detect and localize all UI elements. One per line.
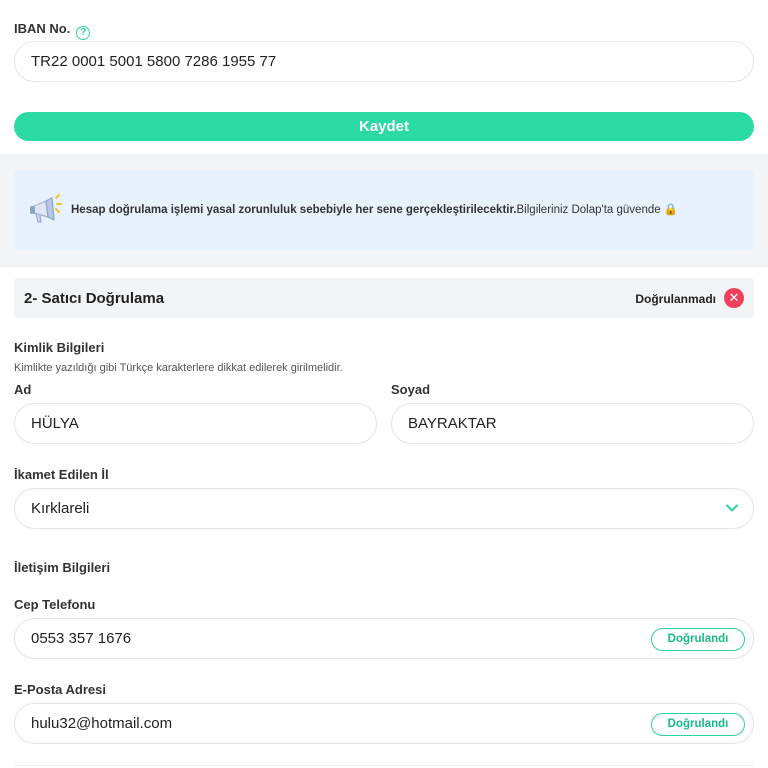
contact-title: İletişim Bilgileri	[14, 560, 111, 575]
phone-value: 0553 357 1676	[31, 630, 132, 647]
last-name-input[interactable]: BAYRAKTAR	[391, 403, 754, 444]
iban-value: TR22 0001 5001 5800 7286 1955 77	[31, 53, 277, 70]
info-banner-bold-text: Hesap doğrulama işlemi yasal zorunluluk …	[71, 204, 517, 216]
city-value: Kırklareli	[31, 500, 90, 517]
phone-input[interactable]: 0553 357 1676 Doğrulandı	[14, 618, 754, 659]
last-name-label: Soyad	[391, 382, 431, 397]
close-icon: ✕	[724, 288, 744, 308]
phone-verified-badge[interactable]: Doğrulandı	[651, 628, 745, 651]
status-badge: Doğrulanmadı	[635, 292, 716, 306]
section-title: 2- Satıcı Doğrulama	[24, 290, 165, 307]
megaphone-icon	[30, 194, 62, 223]
question-circle-icon[interactable]: ?	[76, 26, 91, 40]
chevron-down-icon	[726, 504, 738, 512]
save-button[interactable]: Kaydet	[14, 112, 754, 141]
identity-title: Kimlik Bilgileri	[14, 340, 105, 355]
iban-input[interactable]: TR22 0001 5001 5800 7286 1955 77	[14, 41, 754, 82]
email-label: E-Posta Adresi	[14, 682, 106, 697]
info-banner-regular-text: Bilgileriniz Dolap'ta güvende 🔒	[516, 204, 679, 216]
email-input[interactable]: hulu32@hotmail.com Doğrulandı	[14, 703, 754, 744]
first-name-input[interactable]: HÜLYA	[14, 403, 377, 444]
info-banner-text: Hesap doğrulama işlemi yasal zorunluluk …	[71, 202, 678, 216]
phone-label: Cep Telefonu	[14, 597, 96, 612]
seller-verification-header[interactable]: 2- Satıcı Doğrulama Doğrulanmadı ✕	[14, 278, 754, 318]
iban-label: IBAN No.?	[14, 21, 91, 40]
email-verified-badge[interactable]: Doğrulandı	[651, 713, 745, 736]
city-label: İkamet Edilen İl	[14, 467, 109, 482]
info-banner: Hesap doğrulama işlemi yasal zorunluluk …	[14, 170, 754, 250]
divider	[14, 765, 754, 766]
first-name-label: Ad	[14, 382, 32, 397]
first-name-value: HÜLYA	[31, 415, 79, 432]
city-select[interactable]: Kırklareli	[14, 488, 754, 529]
email-value: hulu32@hotmail.com	[31, 715, 173, 732]
last-name-value: BAYRAKTAR	[408, 415, 497, 432]
identity-hint: Kimlikte yazıldığı gibi Türkçe karakterl…	[14, 362, 343, 374]
